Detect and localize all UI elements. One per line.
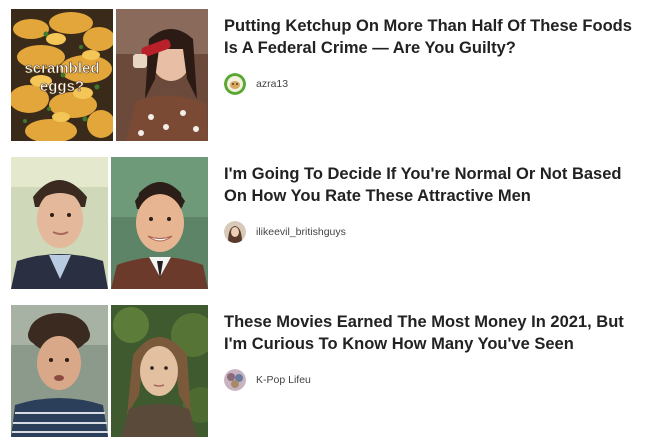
avatar bbox=[224, 221, 246, 243]
article-title[interactable]: These Movies Earned The Most Money In 20… bbox=[224, 311, 634, 355]
author-byline[interactable]: ilikeevil_britishguys bbox=[224, 220, 346, 244]
avatar bbox=[224, 369, 246, 391]
image-caption-line-2: eggs? bbox=[40, 78, 84, 95]
article-thumbnail[interactable] bbox=[11, 157, 208, 289]
article-thumbnail[interactable] bbox=[11, 305, 208, 437]
author-byline[interactable]: K-Pop Lifeu bbox=[224, 368, 311, 392]
article-title[interactable]: I'm Going To Decide If You're Normal Or … bbox=[224, 163, 634, 207]
avatar bbox=[224, 73, 246, 95]
author-byline[interactable]: azra13 bbox=[224, 72, 288, 96]
feed-item[interactable]: I'm Going To Decide If You're Normal Or … bbox=[11, 157, 641, 289]
movie-stills-image bbox=[11, 305, 208, 437]
actors-collage-image bbox=[11, 157, 208, 289]
image-caption-line-1: scrambled bbox=[24, 60, 99, 77]
article-title[interactable]: Putting Ketchup On More Than Half Of The… bbox=[224, 15, 634, 59]
feed-item[interactable]: These Movies Earned The Most Money In 20… bbox=[11, 305, 641, 437]
feed-item[interactable]: scrambled eggs? Putting Ketchup On More … bbox=[11, 9, 641, 141]
author-name: K-Pop Lifeu bbox=[256, 374, 311, 386]
food-collage-image: scrambled eggs? bbox=[11, 9, 208, 141]
article-thumbnail[interactable]: scrambled eggs? bbox=[11, 9, 208, 141]
author-name: azra13 bbox=[256, 78, 289, 90]
author-name: ilikeevil_britishguys bbox=[256, 226, 346, 238]
